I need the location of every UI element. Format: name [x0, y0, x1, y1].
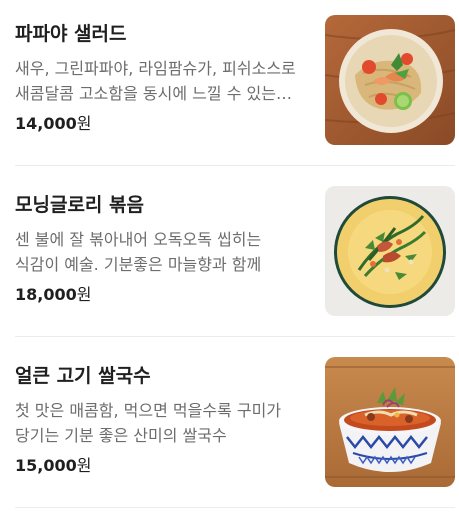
menu-item-name: 파파야 샐러드 — [15, 23, 127, 45]
price-value: 18,000 — [15, 285, 77, 304]
menu-item-description: 센 불에 잘 볶아내어 오독오독 씹히는 식감이 예술. 기분좋은 마늘향과 함… — [15, 230, 262, 274]
papaya-salad-image — [325, 15, 455, 145]
menu-item-price: 14,000원 — [15, 112, 91, 136]
beef-noodle-soup-photo[interactable] — [325, 357, 455, 487]
morning-glory-image — [325, 186, 455, 316]
beef-noodle-soup-image — [325, 357, 455, 487]
price-value: 14,000 — [15, 114, 77, 133]
menu-item-description: 새우, 그린파파야, 라임팜슈가, 피쉬소스로 새콤달콤 고소함을 동시에 느낄… — [15, 59, 296, 103]
price-currency: 원 — [76, 114, 92, 133]
item-divider — [15, 336, 455, 337]
menu-item-price: 18,000원 — [15, 283, 91, 307]
menu-item-price: 15,000원 — [15, 454, 91, 478]
price-currency: 원 — [76, 456, 92, 475]
item-divider — [15, 507, 455, 508]
menu-item-description: 첫 맛은 매콤함, 먹으면 먹을수록 구미가 당기는 기분 좋은 산미의 쌀국수 — [15, 401, 282, 445]
menu-item-morning-glory[interactable]: 모닝글로리 볶음 센 불에 잘 볶아내어 오독오독 씹히는 식감이 예술. 기분… — [15, 186, 455, 316]
menu-list: 파파야 샐러드 새우, 그린파파야, 라임팜슈가, 피쉬소스로 새콤달콤 고소함… — [0, 0, 459, 515]
morning-glory-photo[interactable] — [325, 186, 455, 316]
menu-item-name: 모닝글로리 볶음 — [15, 194, 144, 216]
price-currency: 원 — [76, 285, 92, 304]
papaya-salad-photo[interactable] — [325, 15, 455, 145]
menu-item-papaya-salad[interactable]: 파파야 샐러드 새우, 그린파파야, 라임팜슈가, 피쉬소스로 새콤달콤 고소함… — [15, 15, 455, 145]
price-value: 15,000 — [15, 456, 77, 475]
menu-item-name: 얼큰 고기 쌀국수 — [15, 365, 151, 387]
item-divider — [15, 165, 455, 166]
menu-item-spicy-beef-noodle[interactable]: 얼큰 고기 쌀국수 첫 맛은 매콤함, 먹으면 먹을수록 구미가 당기는 기분 … — [15, 357, 455, 487]
